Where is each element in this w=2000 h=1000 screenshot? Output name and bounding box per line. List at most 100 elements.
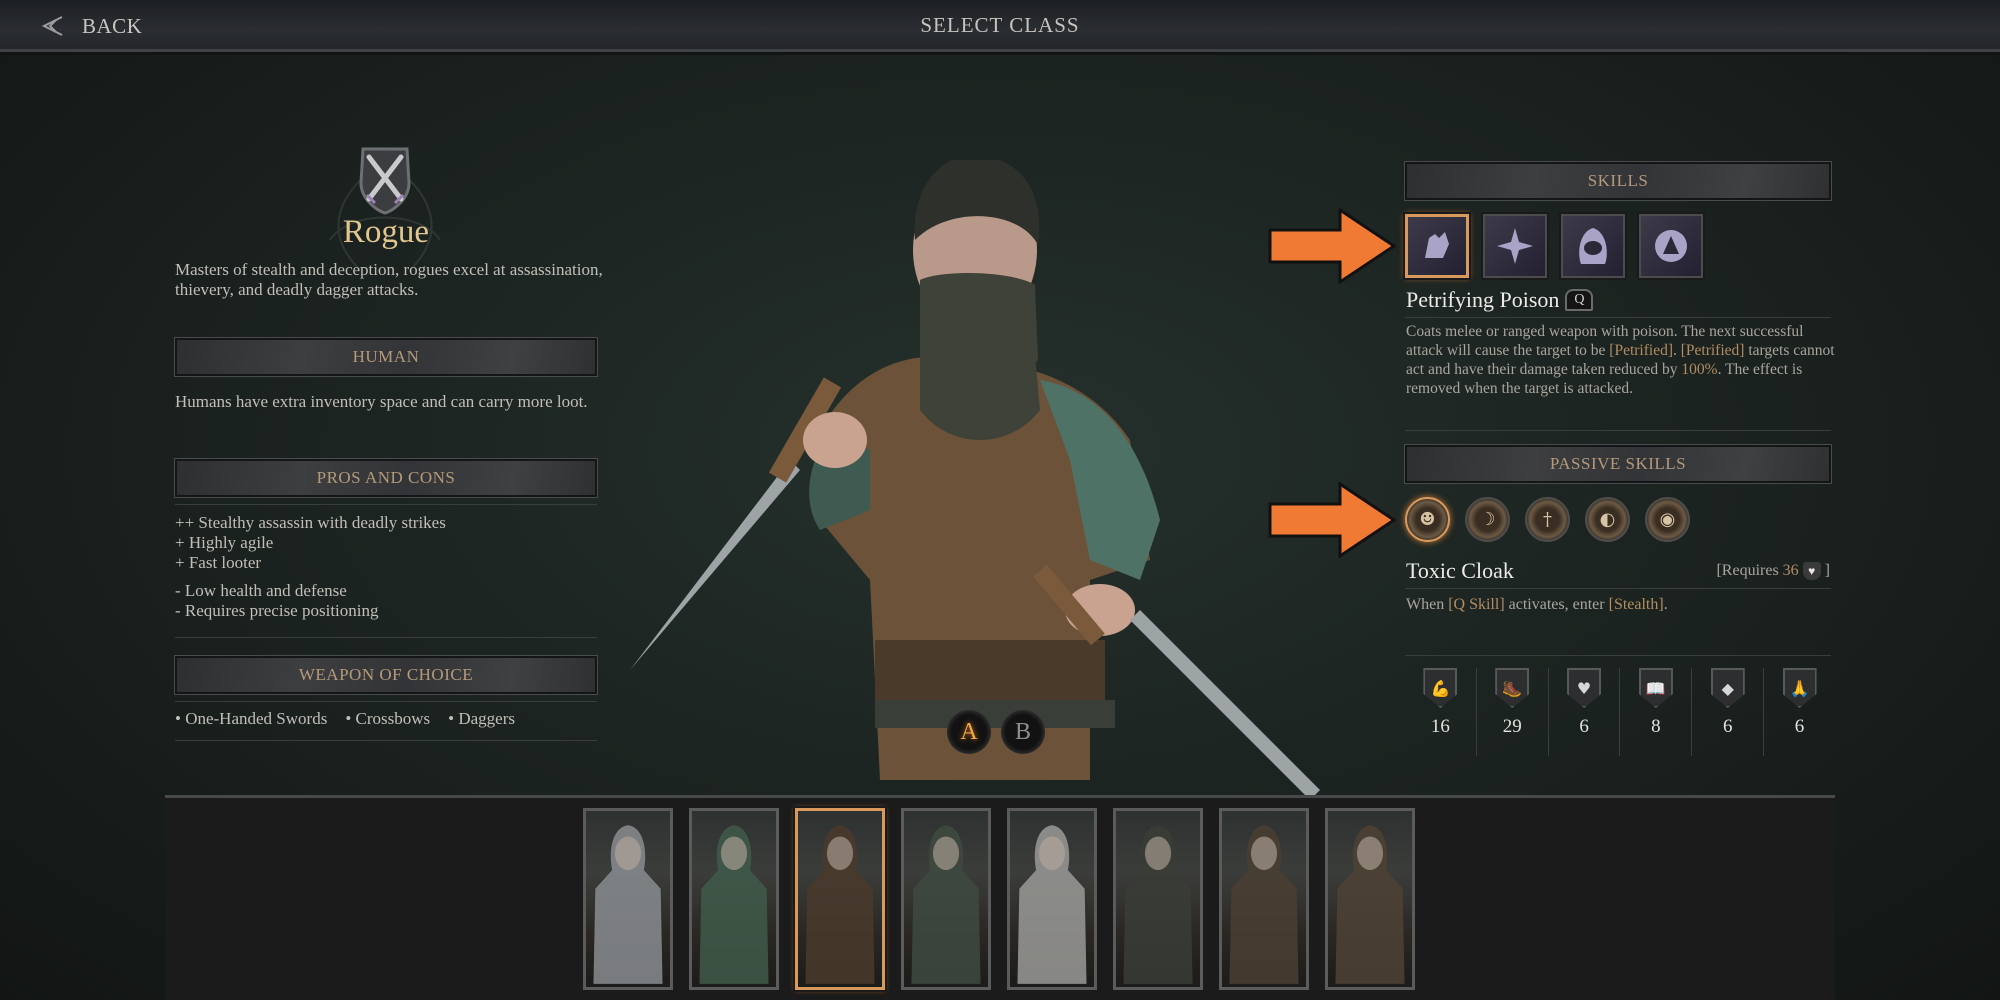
knowledge-book-icon: 📖 xyxy=(1638,668,1673,708)
pro-item: ++ Stealthy assassin with deadly strikes xyxy=(175,513,446,532)
passive-masked-rogue-icon[interactable]: ☻ xyxy=(1405,497,1450,542)
will-shield-icon: ◆ xyxy=(1710,668,1745,708)
passive-blade-icon[interactable]: † xyxy=(1525,497,1570,542)
portrait-knight-helm[interactable] xyxy=(581,806,675,992)
skill-description: Coats melee or ranged weapon with poison… xyxy=(1406,322,1836,398)
belt xyxy=(875,640,1105,700)
skill-hooded-face-icon[interactable] xyxy=(1559,212,1627,280)
portrait-skull-armored[interactable] xyxy=(1005,806,1099,992)
top-bar: BACK SELECT CLASS xyxy=(0,0,2000,52)
highlight-term: [Petrified] xyxy=(1609,342,1673,359)
con-item: - Requires precise positioning xyxy=(175,601,379,620)
stat-value: 16 xyxy=(1430,716,1450,737)
highlight-term: [Q Skill] xyxy=(1448,596,1505,613)
portrait-figure xyxy=(1335,825,1405,984)
requires-close: ] xyxy=(1824,562,1830,579)
portrait-hooded-rogue[interactable] xyxy=(899,806,993,992)
class-description: Masters of stealth and deception, rogues… xyxy=(175,260,603,299)
portrait-figure xyxy=(805,825,875,984)
divider xyxy=(175,740,597,741)
split-face-glyph: ◐ xyxy=(1599,509,1616,530)
skills-header: SKILLS xyxy=(1404,161,1832,201)
stats-panel: 💪 16 🥾 29 ♥ 6 📖 8 ◆ 6 🙏 6 xyxy=(1405,668,1835,756)
portrait-figure xyxy=(1123,825,1193,984)
skill-key-badge: Q xyxy=(1565,289,1594,311)
agility-boot-icon: 🥾 xyxy=(1495,668,1530,708)
blade-glyph: † xyxy=(1543,509,1552,530)
portrait-skull-hooded[interactable] xyxy=(1111,806,1205,992)
passive-eye-mask-icon[interactable]: ◉ xyxy=(1645,497,1690,542)
description-text: . xyxy=(1663,596,1668,613)
poison-hand-icon xyxy=(1425,232,1449,258)
skill-name: Petrifying Poison Q xyxy=(1406,287,1594,313)
left-dagger xyxy=(630,460,800,670)
divider xyxy=(175,701,597,702)
divider xyxy=(1405,317,1831,318)
passive-leaping-figure-icon[interactable]: ☽ xyxy=(1465,497,1510,542)
weapon-item: • One-Handed Swords xyxy=(175,709,328,728)
passive-split-face-icon[interactable]: ◐ xyxy=(1585,497,1630,542)
description-text: When xyxy=(1406,596,1449,613)
mask-cloth xyxy=(920,273,1038,383)
portrait-figure xyxy=(1017,825,1087,984)
divider xyxy=(1405,588,1831,589)
stat-agility: 🥾 29 xyxy=(1477,668,1549,756)
divider xyxy=(175,504,597,505)
character-model[interactable] xyxy=(620,160,1320,800)
left-hand xyxy=(803,412,867,468)
class-name: Rogue xyxy=(342,214,430,250)
weapon-header: WEAPON OF CHOICE xyxy=(174,655,598,695)
strength-arm-icon: 💪 xyxy=(1423,668,1458,708)
requires-label: [Requires xyxy=(1716,562,1779,579)
portrait-figure xyxy=(699,825,769,984)
portrait-masked-hood-leather[interactable] xyxy=(1217,806,1311,992)
pros-list: ++ Stealthy assassin with deadly strikes… xyxy=(175,513,446,573)
highlight-term: [Petrified] xyxy=(1680,342,1745,359)
portrait-masked-hood-belted[interactable] xyxy=(1323,806,1417,992)
skill-name-text: Petrifying Poison xyxy=(1406,287,1560,312)
stat-vigor: ♥ 6 xyxy=(1549,668,1621,756)
stat-value: 8 xyxy=(1651,716,1661,737)
portrait-masked-rogue[interactable] xyxy=(793,806,887,992)
portrait-hooded-mustache[interactable] xyxy=(687,806,781,992)
page-title: SELECT CLASS xyxy=(920,13,1080,37)
description-text: . xyxy=(1673,342,1681,359)
pros-cons-header: PROS AND CONS xyxy=(174,458,598,498)
con-item: - Low health and defense xyxy=(175,581,347,600)
highlight-term: [Stealth] xyxy=(1608,596,1664,613)
passive-requirement: [Requires 36 ♥ ] xyxy=(1716,562,1830,580)
hooded-face-icon xyxy=(1579,228,1607,264)
skill-smoke-veil-icon[interactable] xyxy=(1637,212,1705,280)
portrait-figure xyxy=(911,825,981,984)
portrait-figure xyxy=(593,825,663,984)
eye-mask-glyph: ◉ xyxy=(1659,509,1676,530)
variant-selector: A B xyxy=(947,710,1045,754)
crossed-daggers-shield-icon xyxy=(359,147,411,215)
weapon-list: • One-Handed Swords • Crossbows • Dagger… xyxy=(175,709,515,729)
variant-b-button[interactable]: B xyxy=(1001,710,1045,754)
weapon-item: • Daggers xyxy=(448,709,515,728)
skills-row xyxy=(1403,212,1705,280)
passive-skill-description: When [Q Skill] activates, enter [Stealth… xyxy=(1406,596,1668,614)
requires-value: 36 xyxy=(1782,562,1799,579)
masked-rogue-glyph: ☻ xyxy=(1419,509,1436,530)
skill-poison-hand-icon[interactable] xyxy=(1403,212,1471,280)
stat-value: 6 xyxy=(1794,716,1805,737)
passive-skills-header: PASSIVE SKILLS xyxy=(1404,444,1832,484)
vigor-heart-icon: ♥ xyxy=(1802,562,1821,580)
stat-will: ◆ 6 xyxy=(1692,668,1765,756)
stat-knowledge: 📖 8 xyxy=(1620,668,1693,756)
variant-a-button[interactable]: A xyxy=(947,710,991,754)
weapon-item: • Crossbows xyxy=(345,709,431,728)
annotation-arrow xyxy=(1268,482,1397,558)
right-dagger xyxy=(1130,610,1320,800)
annotation-arrow xyxy=(1268,208,1397,284)
leaping-figure-glyph: ☽ xyxy=(1479,509,1496,530)
skill-shadow-strike-icon[interactable] xyxy=(1481,212,1549,280)
divider xyxy=(1405,655,1831,656)
stat-value: 6 xyxy=(1722,716,1733,737)
stat-value: 6 xyxy=(1579,716,1589,737)
divider xyxy=(1405,430,1831,431)
race-header: HUMAN xyxy=(174,337,598,377)
race-description: Humans have extra inventory space and ca… xyxy=(175,392,588,411)
